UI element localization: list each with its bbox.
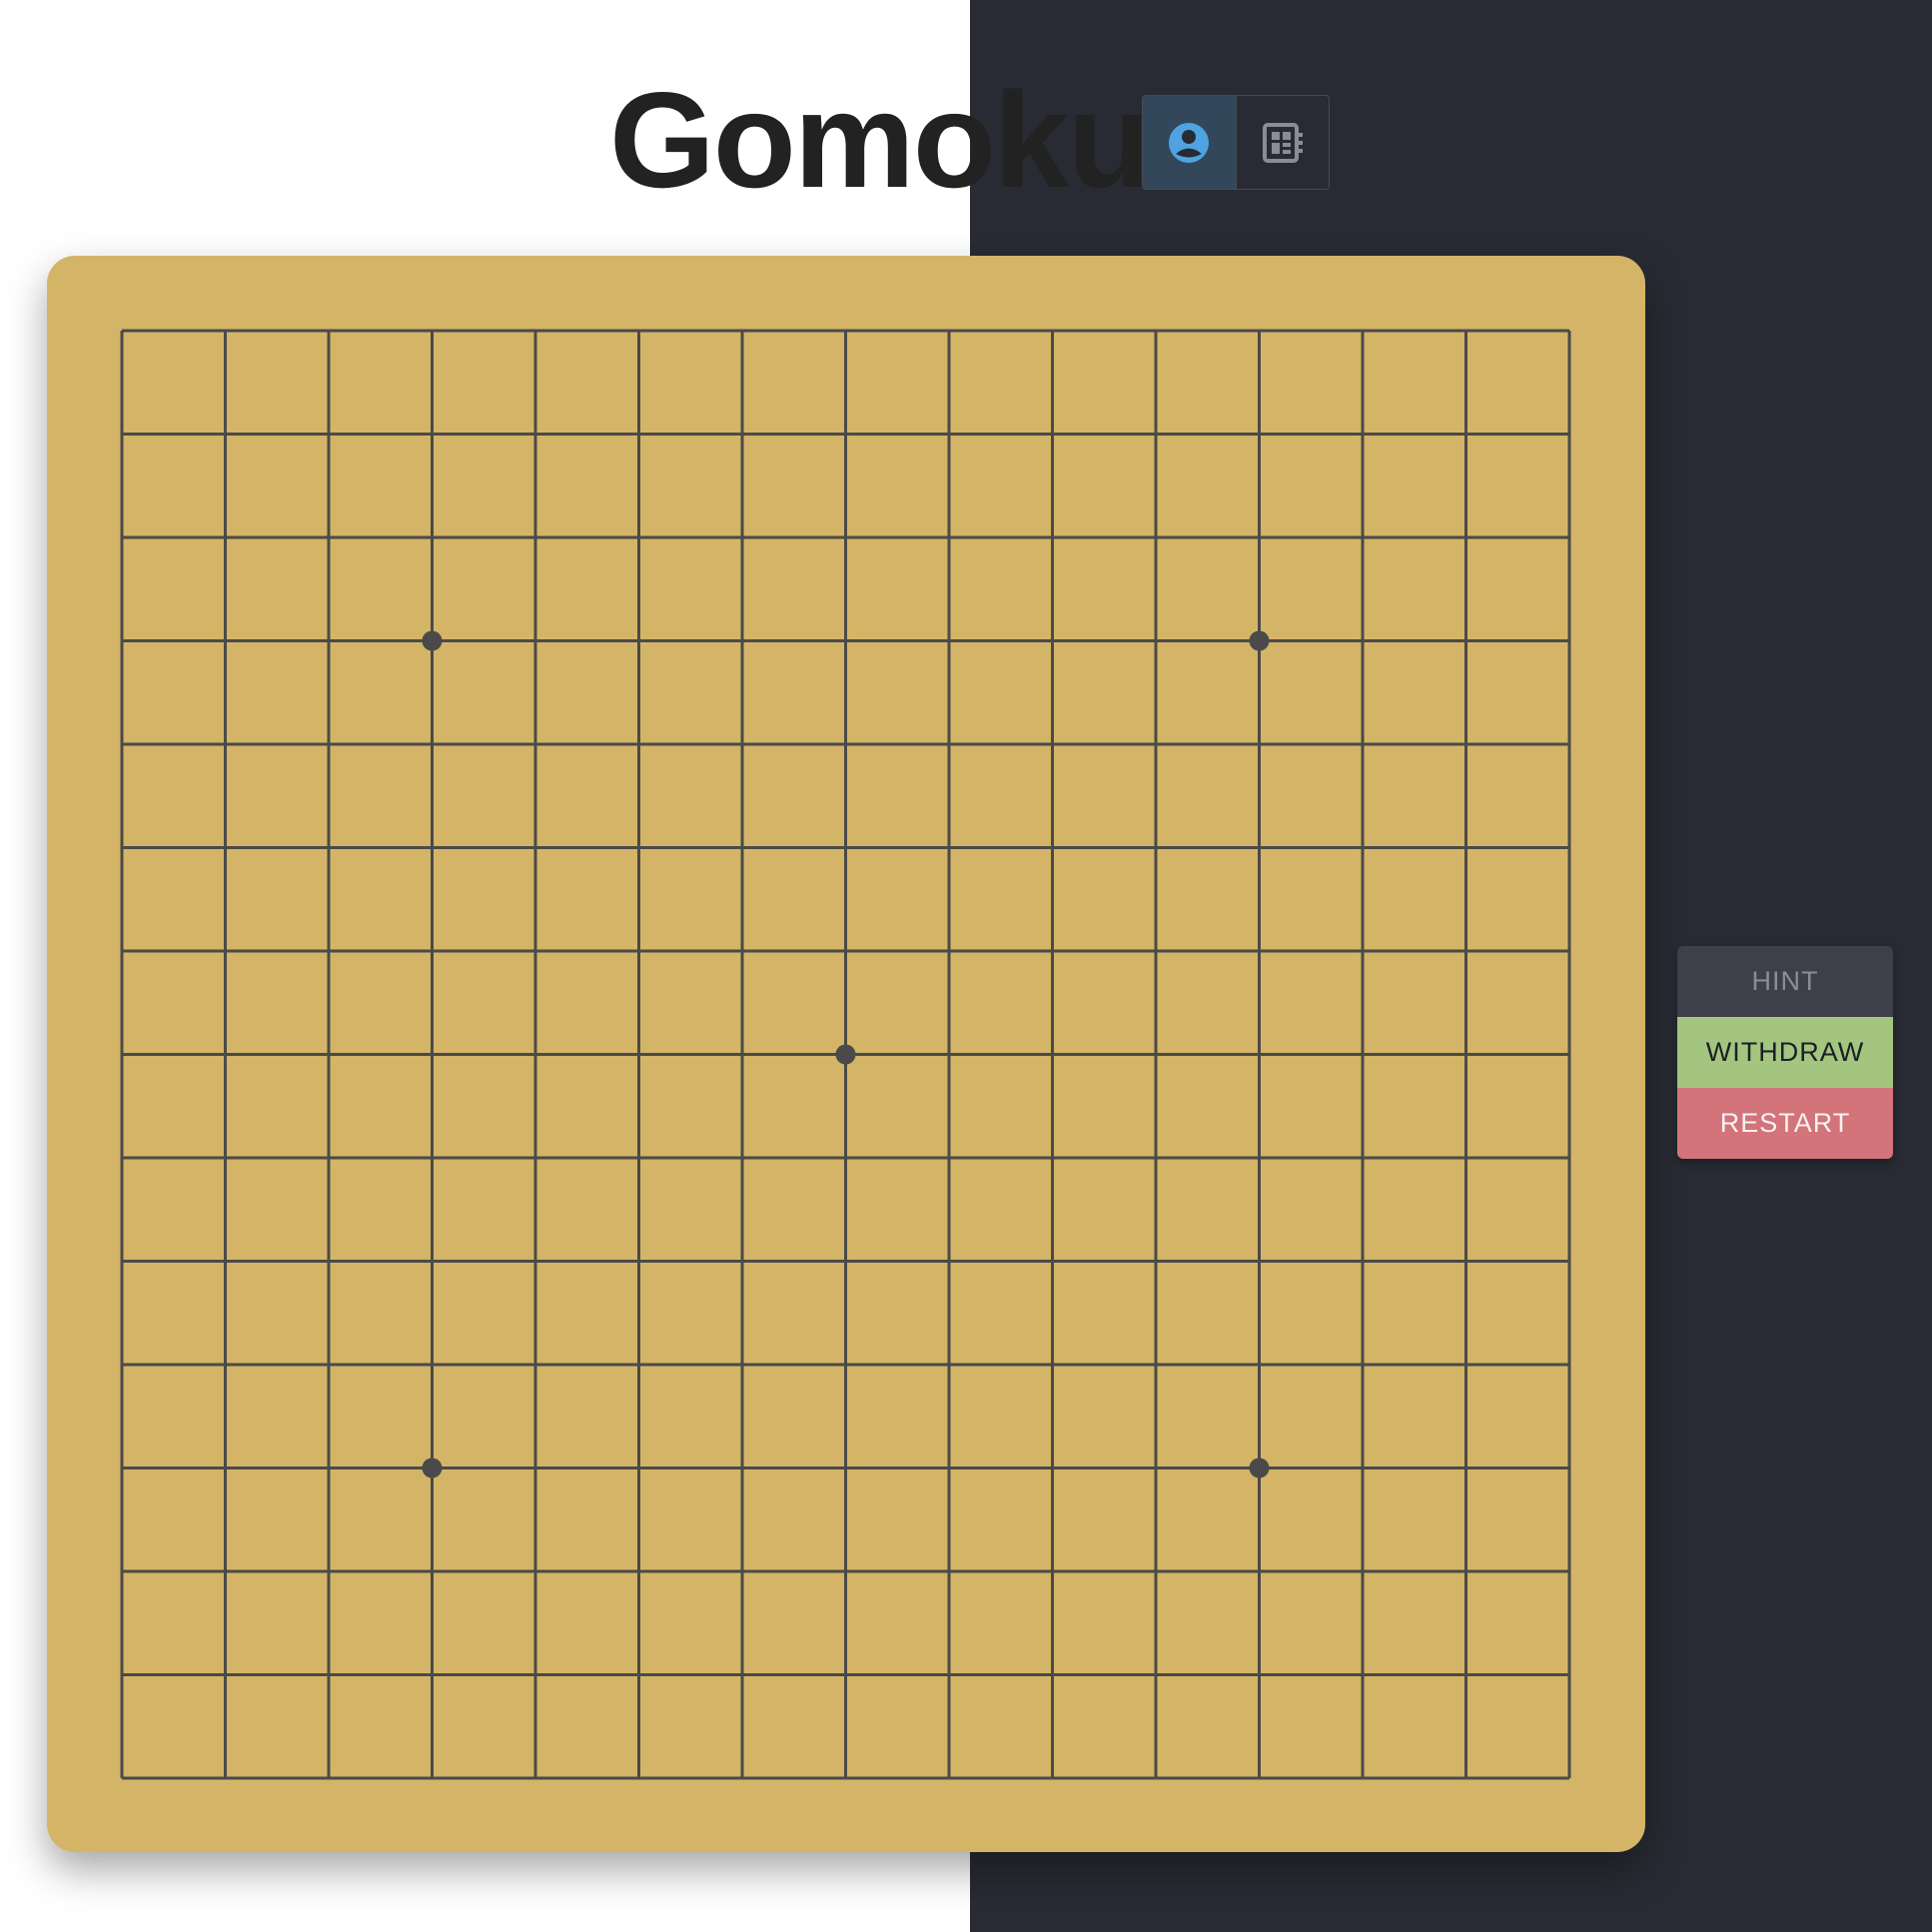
withdraw-button[interactable]: WITHDRAW [1677, 1017, 1893, 1088]
board-mode-button[interactable] [1237, 96, 1330, 189]
mode-toggle [1142, 95, 1330, 190]
hint-button[interactable]: HINT [1677, 946, 1893, 1017]
board-icon [1262, 122, 1303, 163]
action-panel: HINT WITHDRAW RESTART [1677, 946, 1893, 1159]
star-point [1249, 1457, 1270, 1478]
star-point [422, 630, 443, 651]
star-point [422, 1457, 443, 1478]
restart-button[interactable]: RESTART [1677, 1088, 1893, 1159]
person-icon [1169, 122, 1210, 163]
board-grid[interactable] [47, 256, 1645, 1852]
player-mode-button[interactable] [1143, 96, 1237, 189]
star-point [1249, 630, 1270, 651]
star-point [835, 1044, 856, 1065]
page-title: Gomoku [609, 64, 1151, 216]
game-board[interactable] [47, 256, 1645, 1852]
